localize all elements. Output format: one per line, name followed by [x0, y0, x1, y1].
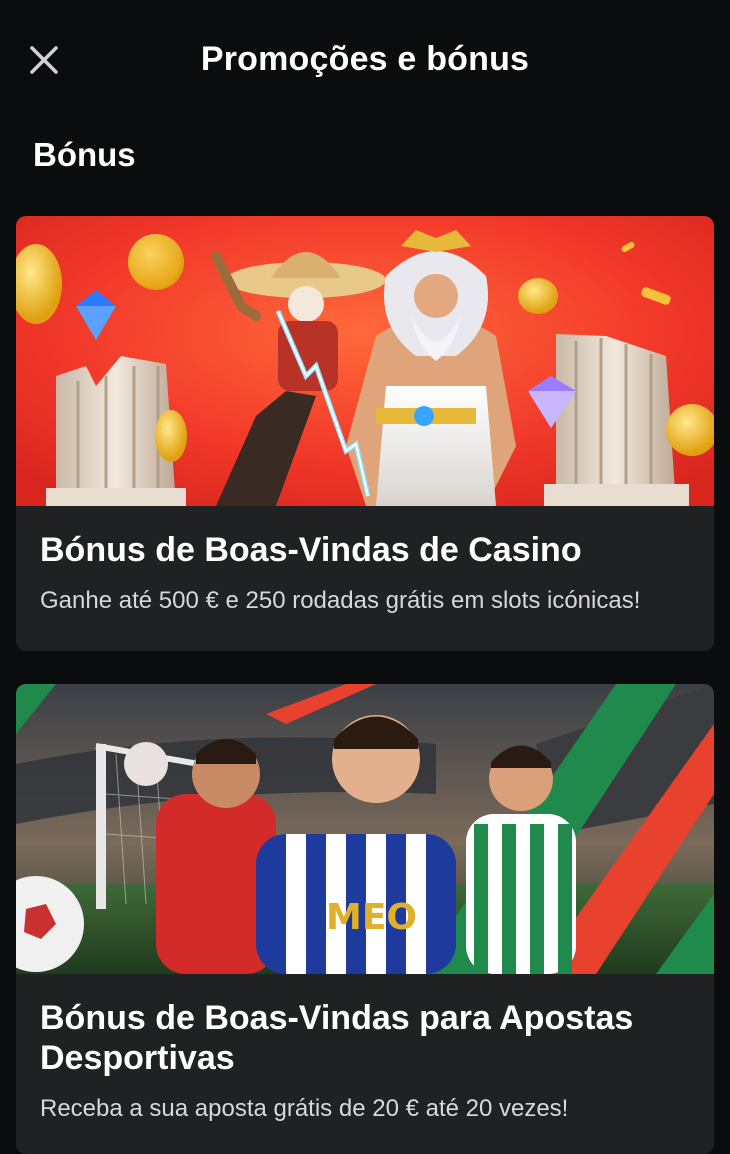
header: Promoções e bónus [0, 0, 730, 120]
section-title-bonus: Bónus [33, 136, 136, 173]
card-title: Bónus de Boas-Vindas para Apostas Despor… [40, 999, 634, 1077]
promo-card-casino[interactable]: Bónus de Boas-Vindas de Casino Ganhe até… [16, 216, 714, 651]
page-title: Promoções e bónus [200, 40, 530, 78]
sports-banner-image: MEO [16, 684, 714, 974]
card-title: Bónus de Boas-Vindas de Casino [40, 531, 582, 569]
casino-banner-image [16, 216, 714, 506]
card-description: Receba a sua aposta grátis de 20 € até 2… [40, 1095, 569, 1122]
promo-card-sports[interactable]: MEO Bónus de Boas-Vindas para Apostas De… [16, 684, 714, 1154]
card-description: Ganhe até 500 € e 250 rodadas grátis em … [40, 587, 641, 614]
svg-text:MEO: MEO [326, 897, 417, 938]
